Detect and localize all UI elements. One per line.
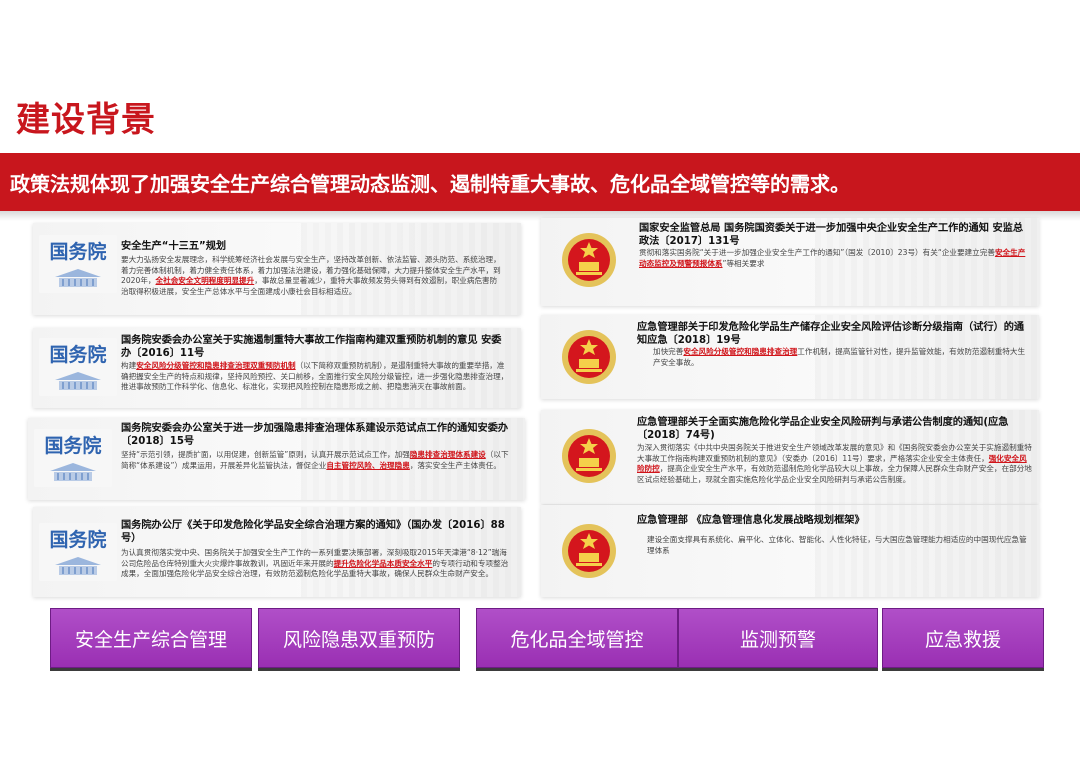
card-title: 应急管理部 《应急管理信息化发展战略规划框架》	[637, 515, 865, 526]
gov-badge-label: 国务院	[49, 344, 107, 366]
body-text: ”等相关要求	[722, 258, 765, 268]
card-title: 国务院办公厅《关于印发危险化学品安全综合治理方案的通知》（国办发〔2016〕88…	[121, 520, 505, 544]
category-button-risk-prevention[interactable]: 风险隐患双重预防	[258, 608, 460, 668]
card-title: 国务院安委会办公室关于实施遏制重特大事故工作指南构建双重预防机制的意见 安委办〔…	[121, 335, 502, 359]
body-text: 加快完善	[653, 347, 684, 356]
category-button-hazchem-control[interactable]: 危化品全域管控	[476, 608, 678, 668]
highlight-text: 提升危险化学品本质安全水平	[333, 558, 433, 568]
card-body: 加快完善安全风险分级管控和隐患排查治理工作机制，提高监管针对性，提升监管效能，有…	[653, 347, 1031, 368]
card-body: 贯彻和落实国务院“关于进一步加强企业安全生产工作的通知”（国发〔2010〕23号…	[639, 248, 1031, 269]
gov-badge-label: 国务院	[44, 435, 102, 457]
national-emblem-icon	[562, 330, 616, 384]
card-body: 为认真贯彻落实党中央、国务院关于加强安全生产工作的一系列重要决策部署，深刻吸取2…	[121, 548, 513, 580]
policy-card-right-1: 国家安全监管总局 国务院国资委关于进一步加强中央企业安全生产工作的通知 安监总政…	[541, 218, 1039, 306]
gov-badge: 国务院	[34, 429, 112, 487]
card-body: 要大力弘扬安全发展理念，科学统筹经济社会发展与安全生产，坚持改革创新、依法监管、…	[121, 255, 503, 297]
highlight-text: 安全风险分级管控和隐患排查治理	[683, 347, 798, 356]
card-body: 构建安全风险分级管控和隐患排查治理双重预防机制（以下简称双重预防机制），是遏制重…	[121, 361, 509, 393]
body-text: ，提高企业安全生产水平，有效防范遏制危险化学品较大以上事故，全力保障人民群众生命…	[637, 464, 1032, 484]
card-title: 安全生产“十三五”规划	[121, 241, 227, 252]
policy-card-left-4: 国务院 国务院办公厅《关于印发危险化学品安全综合治理方案的通知》（国办发〔201…	[33, 507, 521, 597]
category-button-monitoring-warning[interactable]: 监测预警	[678, 608, 878, 668]
gov-badge-label: 国务院	[49, 529, 107, 551]
body-text: ，落实安全生产主体责任。	[409, 460, 501, 470]
category-button-safety-management[interactable]: 安全生产综合管理	[50, 608, 252, 668]
body-text: 为深入贯彻落实《中共中央国务院关于推进安全生产领域改革发展的意见》和《国务院安委…	[637, 443, 1032, 463]
gov-badge: 国务院	[39, 523, 117, 581]
building-icon	[55, 372, 101, 390]
highlight-text: 自主管控风险、治理隐患	[326, 460, 410, 470]
gov-badge: 国务院	[39, 338, 117, 396]
national-emblem-icon	[562, 524, 616, 578]
highlight-text: 隐患排查治理体系建设	[409, 450, 486, 459]
policy-card-right-4: 应急管理部 《应急管理信息化发展战略规划框架》 建设全面支撑具有系统化、扁平化、…	[541, 505, 1039, 597]
body-text: 坚持“示范引领，提质扩面，以用促建，创新监管”原则，认真开展示范试点工作，加强	[121, 450, 410, 459]
policy-card-right-3: 应急管理部关于全面实施危险化学品企业安全风险研判与承诺公告制度的通知(应急〔20…	[541, 410, 1039, 504]
gov-badge-label: 国务院	[49, 241, 107, 263]
card-title: 应急管理部关于全面实施危险化学品企业安全风险研判与承诺公告制度的通知(应急〔20…	[637, 417, 1009, 441]
banner-text: 政策法规体现了加强安全生产综合管理动态监测、遏制特重大事故、危化品全域管控等的需…	[10, 172, 850, 196]
national-emblem-icon	[562, 429, 616, 483]
national-emblem-icon	[562, 233, 616, 287]
card-body: 为深入贯彻落实《中共中央国务院关于推进安全生产领域改革发展的意见》和《国务院安委…	[637, 443, 1033, 485]
body-text: 建设全面支撑具有系统化、扁平化、立体化、智能化、人性化特征，与大国应急管理能力相…	[647, 535, 1027, 555]
body-text: 贯彻和落实国务院“关于进一步加强企业安全生产工作的通知”（国发〔2010〕23号…	[639, 248, 995, 257]
highlight-text: 全社会安全文明程度明显提升	[155, 276, 255, 285]
page-title: 建设背景	[16, 100, 156, 140]
building-icon	[50, 463, 96, 481]
body-text: 构建	[121, 361, 137, 370]
card-title: 国务院安委会办公室关于进一步加强隐患排查治理体系建设示范试点工作的通知安委办〔2…	[121, 423, 509, 447]
card-body: 坚持“示范引领，提质扩面，以用促建，创新监管”原则，认真开展示范试点工作，加强隐…	[121, 450, 516, 471]
gov-badge: 国务院	[39, 235, 117, 293]
policy-card-left-3: 国务院 国务院安委会办公室关于进一步加强隐患排查治理体系建设示范试点工作的通知安…	[28, 418, 525, 500]
highlight-text: 安全风险分级管控和隐患排查治理双重预防机制	[136, 361, 296, 370]
policy-card-left-2: 国务院 国务院安委会办公室关于实施遏制重特大事故工作指南构建双重预防机制的意见 …	[33, 328, 521, 408]
banner: 政策法规体现了加强安全生产综合管理动态监测、遏制特重大事故、危化品全域管控等的需…	[0, 153, 1080, 211]
policy-card-left-1: 国务院 安全生产“十三五”规划 要大力弘扬安全发展理念，科学统筹经济社会发展与安…	[33, 223, 521, 315]
category-button-emergency-rescue[interactable]: 应急救援	[882, 608, 1044, 668]
card-body: 建设全面支撑具有系统化、扁平化、立体化、智能化、人性化特征，与大国应急管理能力相…	[647, 535, 1032, 556]
building-icon	[55, 557, 101, 575]
card-title: 应急管理部关于印发危险化学品生产储存企业安全风险评估诊断分级指南（试行）的通知应…	[637, 322, 1025, 346]
building-icon	[55, 269, 101, 287]
card-title: 国家安全监管总局 国务院国资委关于进一步加强中央企业安全生产工作的通知 安监总政…	[639, 223, 1024, 247]
policy-card-right-2: 应急管理部关于印发危险化学品生产储存企业安全风险评估诊断分级指南（试行）的通知应…	[541, 315, 1039, 399]
